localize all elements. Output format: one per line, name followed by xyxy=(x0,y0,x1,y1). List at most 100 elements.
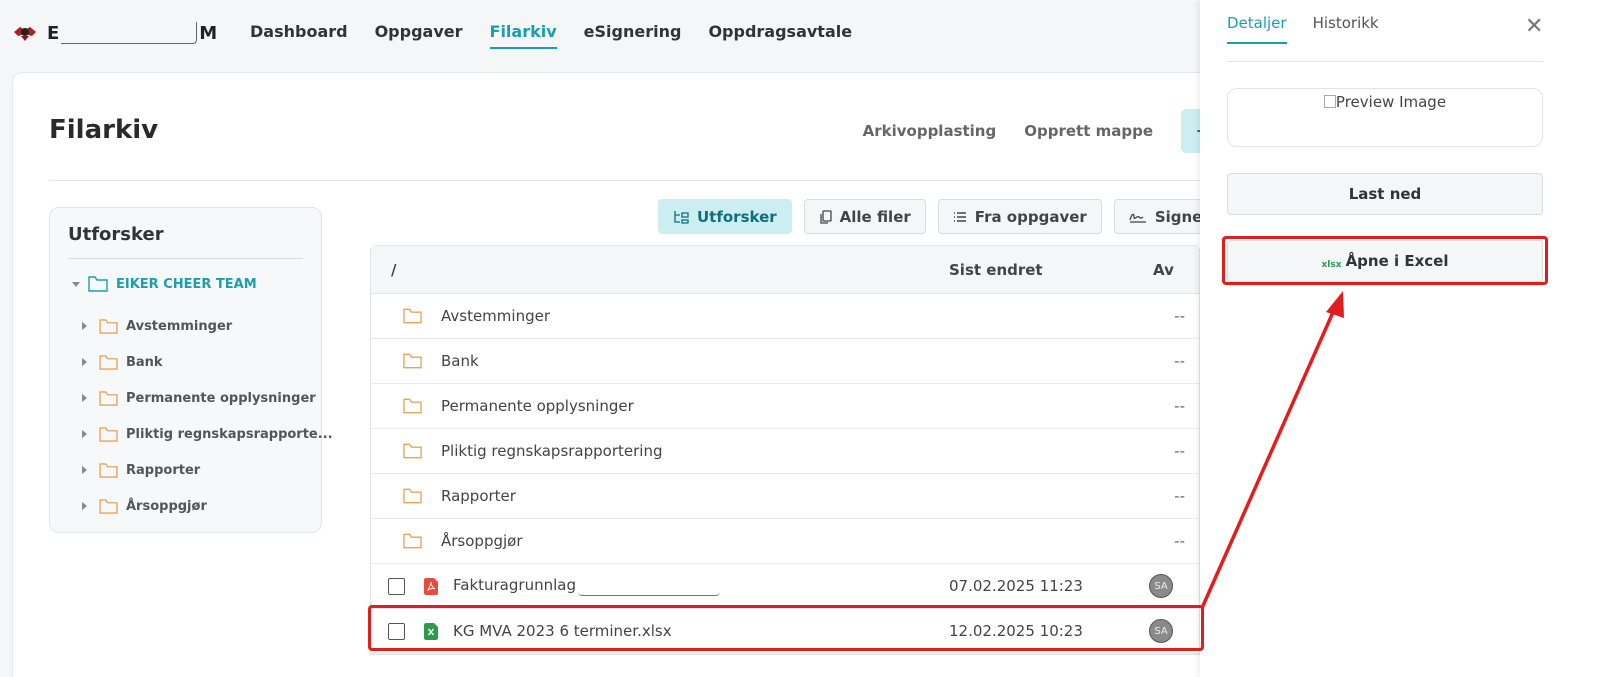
folder-icon xyxy=(99,462,118,478)
avatar: SA xyxy=(1149,574,1173,598)
nav-filarkiv[interactable]: Filarkiv xyxy=(489,22,557,49)
team-logo-icon xyxy=(14,27,36,41)
caret-down-icon[interactable] xyxy=(72,281,80,287)
tree-item-permanente[interactable]: Permanente opplysninger xyxy=(82,380,333,416)
nav-esignering[interactable]: eSignering xyxy=(584,22,682,49)
table-row[interactable]: Bank -- xyxy=(371,339,1199,384)
folder-icon xyxy=(403,398,422,414)
folder-name: Pliktig regnskapsrapportering xyxy=(441,442,663,460)
tree-item-avstemminger[interactable]: Avstemminger xyxy=(82,308,333,344)
broken-image-icon xyxy=(1323,95,1336,108)
row-by: -- xyxy=(1174,307,1185,325)
tree-item-bank[interactable]: Bank xyxy=(82,344,333,380)
redacted-text xyxy=(61,22,198,44)
redacted-text xyxy=(577,582,720,596)
main-nav: Dashboard Oppgaver Filarkiv eSignering O… xyxy=(250,22,852,49)
tree-children: Avstemminger Bank Permanente opplysninge… xyxy=(82,308,333,524)
list-icon xyxy=(953,211,966,222)
table-row[interactable]: Permanente opplysninger -- xyxy=(371,384,1199,429)
preview-image: Preview Image xyxy=(1227,88,1543,147)
copy-files-icon xyxy=(820,209,832,224)
file-modified: 07.02.2025 11:23 xyxy=(949,577,1083,595)
file-modified: 12.02.2025 10:23 xyxy=(949,622,1083,640)
header-divider xyxy=(49,180,1251,181)
header-actions: Arkivopplasting Opprett mappe + xyxy=(863,109,1251,153)
tree-view-icon xyxy=(674,210,689,224)
caret-right-icon[interactable] xyxy=(82,394,87,402)
explorer-title: Utforsker xyxy=(68,224,164,245)
archive-upload-button[interactable]: Arkivopplasting xyxy=(863,122,997,140)
close-icon[interactable]: ✕ xyxy=(1525,14,1543,39)
table-row[interactable]: Fakturagrunnlag 07.02.2025 11:23 SA xyxy=(371,564,1199,609)
folder-icon xyxy=(99,390,118,406)
organization-name[interactable]: E M xyxy=(47,22,217,44)
details-panel: Detaljer Historikk ✕ Preview Image Last … xyxy=(1200,0,1624,677)
avatar: SA xyxy=(1149,619,1173,643)
caret-right-icon[interactable] xyxy=(82,322,87,330)
column-path: / xyxy=(391,260,397,279)
folder-name: Permanente opplysninger xyxy=(441,397,634,415)
page-title: Filarkiv xyxy=(49,115,159,145)
table-row[interactable]: Avstemminger -- xyxy=(371,294,1199,339)
file-name: KG MVA 2023 6 terminer.xlsx xyxy=(453,622,672,640)
column-by[interactable]: Av xyxy=(1153,261,1174,279)
row-by: -- xyxy=(1174,487,1185,505)
tree-root-label: EIKER CHEER TEAM xyxy=(116,276,257,292)
folder-icon xyxy=(99,318,118,334)
row-checkbox[interactable] xyxy=(388,577,405,595)
caret-right-icon[interactable] xyxy=(82,358,87,366)
signature-icon xyxy=(1129,213,1146,223)
folder-icon xyxy=(403,353,422,369)
tree-root-item[interactable]: EIKER CHEER TEAM xyxy=(72,276,257,292)
folder-icon xyxy=(99,354,118,370)
folder-icon xyxy=(88,276,108,292)
table-row[interactable]: Rapporter -- xyxy=(371,474,1199,519)
row-by: -- xyxy=(1174,352,1185,370)
folder-icon xyxy=(403,308,422,324)
open-in-excel-button[interactable]: xlsx Åpne i Excel xyxy=(1227,240,1543,282)
tree-item-pliktig[interactable]: Pliktig regnskapsrapporte... xyxy=(82,416,333,452)
folder-name: Bank xyxy=(441,352,479,370)
folder-icon xyxy=(403,443,422,459)
folder-name: Rapporter xyxy=(441,487,516,505)
row-by: -- xyxy=(1174,532,1185,550)
excel-file-icon xyxy=(424,622,438,640)
tab-fra-oppgaver[interactable]: Fra oppgaver xyxy=(937,199,1102,234)
caret-right-icon[interactable] xyxy=(82,502,87,510)
tree-item-arsoppgjor[interactable]: Årsoppgjør xyxy=(82,488,333,524)
folder-icon xyxy=(403,533,422,549)
panel-tabs: Detaljer Historikk xyxy=(1227,14,1379,44)
tab-alle-filer[interactable]: Alle filer xyxy=(803,199,926,234)
row-checkbox[interactable] xyxy=(388,622,405,640)
table-row[interactable]: KG MVA 2023 6 terminer.xlsx 12.02.2025 1… xyxy=(371,609,1199,654)
tab-detaljer[interactable]: Detaljer xyxy=(1227,14,1287,44)
tab-utforsker[interactable]: Utforsker xyxy=(658,199,792,234)
explorer-sidebar: Utforsker EIKER CHEER TEAM Avstemminger … xyxy=(49,207,333,533)
pdf-file-icon xyxy=(424,577,438,595)
folder-icon xyxy=(99,426,118,442)
download-button[interactable]: Last ned xyxy=(1227,173,1543,215)
tree-item-rapporter[interactable]: Rapporter xyxy=(82,452,333,488)
tab-historikk[interactable]: Historikk xyxy=(1313,14,1379,44)
xlsx-icon: xlsx xyxy=(1321,260,1342,270)
explorer-divider xyxy=(68,258,303,259)
create-folder-button[interactable]: Opprett mappe xyxy=(1024,122,1153,140)
nav-oppdragsavtale[interactable]: Oppdragsavtale xyxy=(708,22,852,49)
caret-right-icon[interactable] xyxy=(82,430,87,438)
top-navigation: E M Dashboard Oppgaver Filarkiv eSigneri… xyxy=(0,0,1250,66)
column-modified[interactable]: Sist endret xyxy=(949,261,1043,279)
row-by: -- xyxy=(1174,442,1185,460)
view-tabs: Utforsker Alle filer Fra oppgaver Signer… xyxy=(658,199,1289,234)
folder-icon xyxy=(99,498,118,514)
nav-oppgaver[interactable]: Oppgaver xyxy=(375,22,463,49)
table-row[interactable]: Pliktig regnskapsrapportering -- xyxy=(371,429,1199,474)
table-header: / Sist endret Av xyxy=(371,246,1199,294)
row-by: -- xyxy=(1174,397,1185,415)
caret-right-icon[interactable] xyxy=(82,466,87,474)
nav-dashboard[interactable]: Dashboard xyxy=(250,22,348,49)
table-row[interactable]: Årsoppgjør -- xyxy=(371,519,1199,564)
folder-name: Avstemminger xyxy=(441,307,550,325)
folder-icon xyxy=(403,488,422,504)
file-table: / Sist endret Av Avstemminger -- Bank --… xyxy=(370,245,1200,655)
panel-divider xyxy=(1227,61,1543,62)
